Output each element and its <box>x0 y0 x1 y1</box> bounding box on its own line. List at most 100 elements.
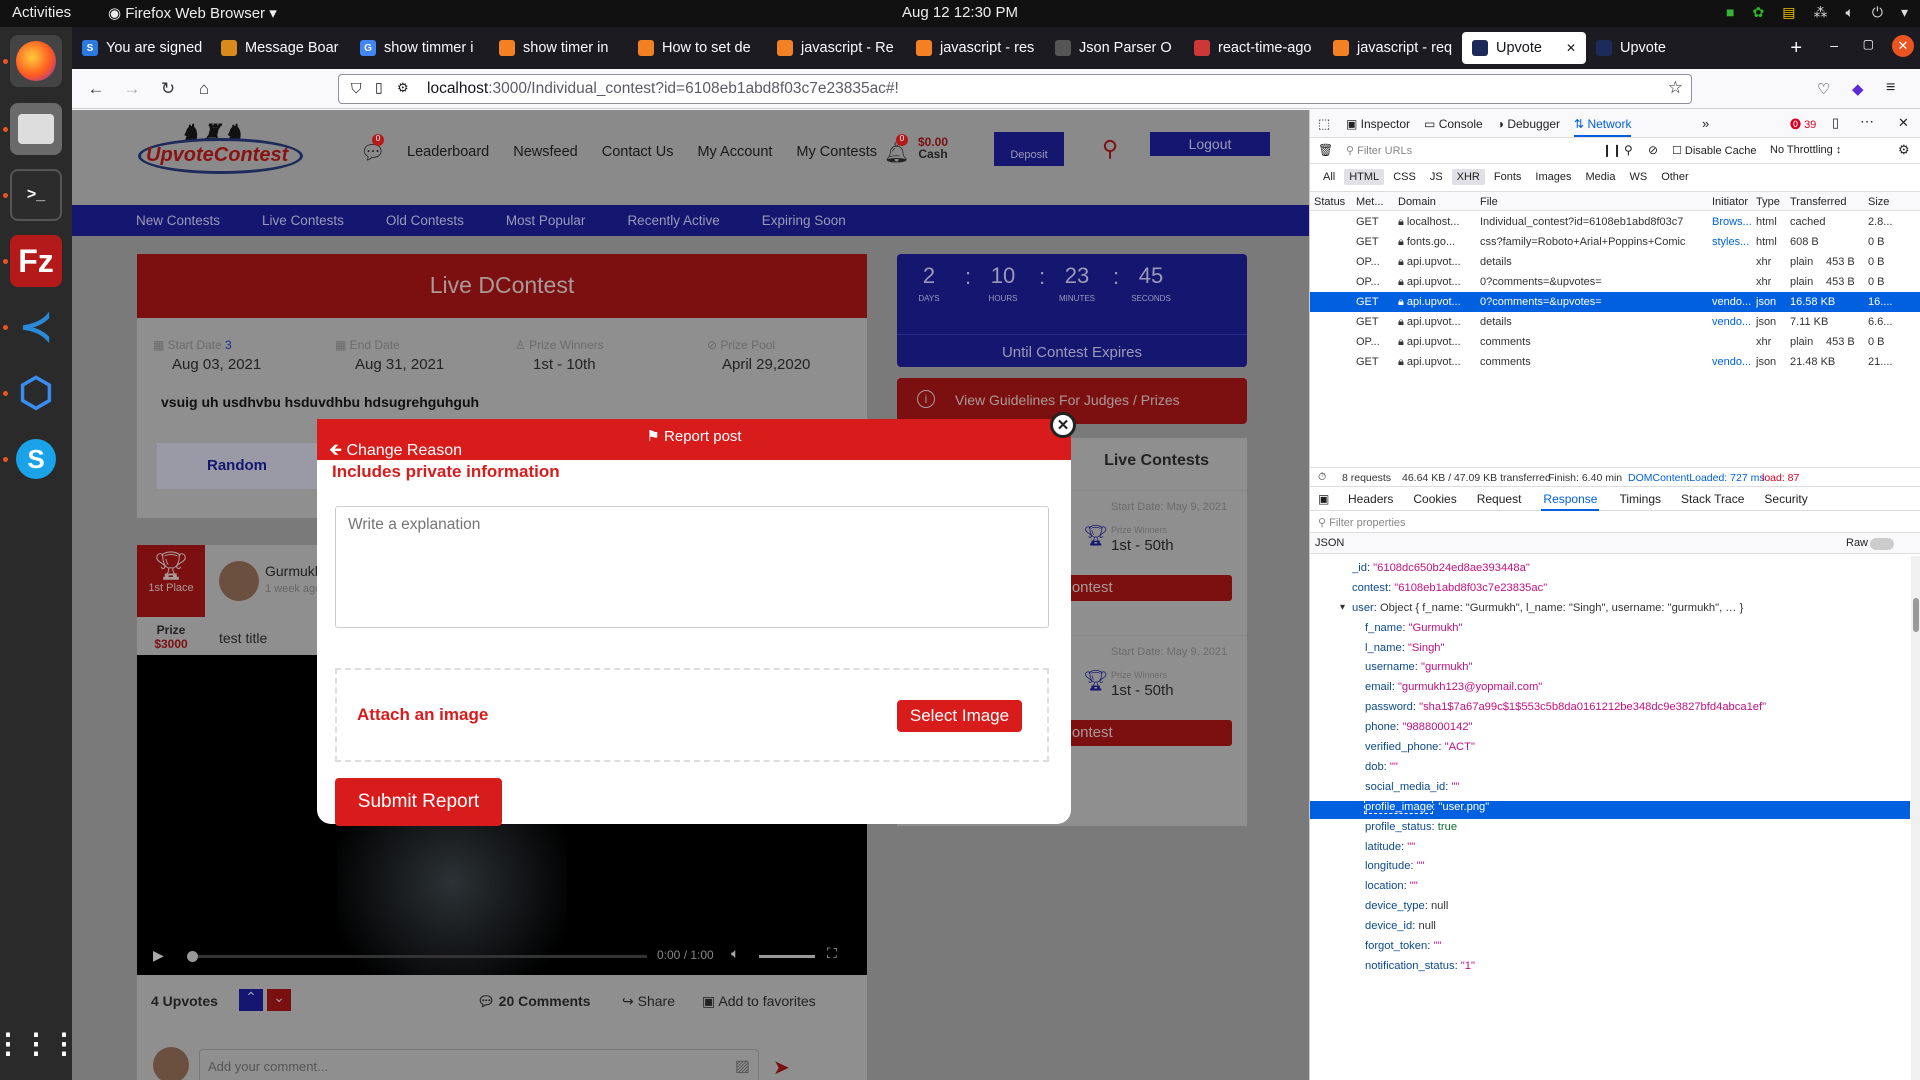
bell-icon[interactable]: 🔔︎ 0 <box>884 134 909 165</box>
back-icon[interactable]: ← <box>78 79 114 99</box>
json-line[interactable]: ▾ user: Object { f_name: "Gurmukh", l_nam… <box>1310 602 1910 620</box>
subnav-item[interactable]: Recently Active <box>627 213 719 228</box>
json-line[interactable]: username: "gurmukh" <box>1310 661 1910 679</box>
notes-icon[interactable]: ▤ <box>1782 4 1795 21</box>
block-icon[interactable]: ⊘ <box>1648 143 1658 157</box>
browser-tab[interactable]: Upvote ✕ <box>1462 32 1586 64</box>
reload-icon[interactable]: ↻ <box>150 79 186 99</box>
cash-display[interactable]: $0.00 Cash <box>918 136 948 160</box>
detail-tab[interactable]: Response <box>1541 487 1600 511</box>
request-initiator[interactable]: vendo... <box>1712 356 1754 368</box>
select-image-button[interactable]: Select Image <box>897 700 1022 732</box>
subnav-item[interactable]: Live Contests <box>262 213 344 228</box>
close-window-icon[interactable]: ✕ <box>1892 35 1914 57</box>
page-icon[interactable]: ▯ <box>375 79 383 96</box>
submit-report-button[interactable]: Submit Report <box>335 778 502 826</box>
request-initiator[interactable]: Brows... <box>1712 216 1754 228</box>
browser-tab[interactable]: javascript - req <box>1323 32 1462 64</box>
upvote-arrow-icon[interactable]: ⌃ <box>239 989 263 1011</box>
json-line[interactable]: social_media_id: "" <box>1310 781 1910 799</box>
subnav-item[interactable]: Most Popular <box>506 213 586 228</box>
browser-tab[interactable]: Json Parser O <box>1045 32 1184 64</box>
comments-link[interactable]: 💬︎ 20 Comments <box>477 993 590 1010</box>
detail-tab[interactable]: Cookies <box>1413 492 1456 506</box>
menu-item[interactable]: Contact Us <box>602 144 674 160</box>
terminal-icon[interactable]: >_ <box>10 169 62 221</box>
request-row[interactable]: 204OP...🔒︎api.upvot...detailsxhrplain453… <box>1310 252 1920 272</box>
files-icon[interactable] <box>10 103 62 155</box>
json-line[interactable]: latitude: "" <box>1310 841 1910 859</box>
random-button[interactable]: Random <box>157 443 317 489</box>
browser-tab[interactable]: S You are signed <box>72 32 211 64</box>
request-row[interactable]: 200GET🔒︎api.upvot...commentsvendo...json… <box>1310 352 1920 372</box>
request-row[interactable]: 200GET🔒︎api.upvot...0?comments=&upvotes=… <box>1310 292 1920 312</box>
request-row[interactable]: 204OP...🔒︎api.upvot...commentsxhrplain45… <box>1310 332 1920 352</box>
json-line[interactable]: password: "sha1$7a67a99c$1$553c5b8da0161… <box>1310 701 1910 719</box>
devtools-tab-debugger[interactable]: ◑ Debugger <box>1497 117 1560 131</box>
seek-bar[interactable] <box>187 951 647 962</box>
post-author[interactable]: Gurmukh <box>265 563 323 579</box>
comment-input[interactable]: Add your comment... ▨ <box>199 1049 759 1080</box>
search-icon[interactable]: ⚲ <box>1624 143 1633 157</box>
request-row[interactable]: 200GET🔒︎api.upvot...detailsvendo...json7… <box>1310 312 1920 332</box>
image-icon[interactable]: ▨ <box>735 1056 750 1076</box>
home-icon[interactable]: ⌂ <box>186 79 222 99</box>
bookmark-star-icon[interactable]: ☆ <box>1668 78 1683 98</box>
detail-tab[interactable]: Timings <box>1619 492 1661 506</box>
detail-tab[interactable]: Headers <box>1348 492 1393 506</box>
pause-icon[interactable]: ❙❙ <box>1602 143 1622 157</box>
close-icon[interactable]: ✕ <box>1050 412 1076 438</box>
show-apps-icon[interactable]: ⋮⋮⋮ <box>0 1017 78 1069</box>
throttling-select[interactable]: No Throttling ↕ <box>1770 144 1841 156</box>
type-filter-html[interactable]: HTML <box>1344 169 1385 185</box>
firefox-dock-icon[interactable] <box>10 35 62 87</box>
json-scrollbar-thumb[interactable] <box>1913 598 1919 632</box>
type-filter-js[interactable]: JS <box>1425 169 1448 185</box>
seek-handle[interactable] <box>187 951 198 962</box>
trash-icon[interactable]: 🗑︎ <box>1318 143 1333 157</box>
type-filter-media[interactable]: Media <box>1580 169 1620 185</box>
json-line[interactable]: device_id: null <box>1310 920 1910 938</box>
forward-icon[interactable]: → <box>114 79 150 99</box>
extension-icon[interactable]: ◆ <box>1852 80 1864 98</box>
browser-tab[interactable]: Gshow timmer i <box>350 32 489 64</box>
menu-item[interactable]: My Account <box>697 144 772 160</box>
type-filter-other[interactable]: Other <box>1656 169 1694 185</box>
column-header[interactable]: Initiator <box>1712 196 1748 208</box>
devtools-tab-network[interactable]: ⇅ Network <box>1574 117 1632 137</box>
hamburger-menu-icon[interactable]: ≡ <box>1886 79 1895 97</box>
expand-toggle-icon[interactable]: ▾ <box>1340 602 1345 613</box>
request-initiator[interactable]: vendo... <box>1712 296 1754 308</box>
detail-tab[interactable]: Stack Trace <box>1681 492 1744 506</box>
type-filter-all[interactable]: All <box>1318 169 1340 185</box>
json-line[interactable]: forgot_token: "" <box>1310 940 1910 958</box>
browser-tab[interactable]: javascript - res <box>906 32 1045 64</box>
deposit-button[interactable]: Deposit <box>994 132 1064 166</box>
column-header[interactable]: Transferred <box>1790 196 1846 208</box>
type-filter-ws[interactable]: WS <box>1624 169 1652 185</box>
json-line[interactable]: longitude: "" <box>1310 860 1910 878</box>
json-line[interactable]: device_type: null <box>1310 900 1910 918</box>
site-logo[interactable]: ♞♜♞ UpvoteContest <box>138 120 303 175</box>
skype-icon[interactable]: S <box>10 433 62 485</box>
devtools-menu-icon[interactable]: ⋯ <box>1860 113 1874 130</box>
json-line[interactable]: contest: "6108eb1abd8f03c7e23835ac" <box>1310 582 1910 600</box>
type-filter-images[interactable]: Images <box>1530 169 1576 185</box>
browser-tab[interactable]: How to set de <box>628 32 767 64</box>
json-line[interactable]: dob: "" <box>1310 761 1910 779</box>
play-icon[interactable]: ▶ <box>153 947 164 964</box>
volume-slider[interactable] <box>759 955 815 958</box>
volume-icon[interactable]: 🔈︎ <box>731 945 739 962</box>
json-line[interactable]: _id: "6108dc650b24ed8ae393448a" <box>1310 562 1910 580</box>
network-icon[interactable]: ⁂ <box>1813 4 1827 21</box>
chevron-down-icon[interactable]: ▾ <box>1901 4 1908 21</box>
send-icon[interactable]: ➤ <box>773 1055 790 1080</box>
json-line[interactable]: profile_status: true <box>1310 821 1910 839</box>
request-row[interactable]: 204OP...🔒︎api.upvot...0?comments=&upvote… <box>1310 272 1920 292</box>
url-bar[interactable]: ⛉ ▯ ⚙ localhost:3000/Individual_contest?… <box>338 74 1692 104</box>
json-line[interactable]: verified_phone: "ACT" <box>1310 741 1910 759</box>
json-scrollbar[interactable] <box>1911 556 1920 1080</box>
favorites-button[interactable]: ▣ Add to favorites <box>702 993 816 1010</box>
clock[interactable]: Aug 12 12:30 PM <box>0 4 1920 21</box>
sync-icon[interactable]: ✿ <box>1753 4 1765 21</box>
